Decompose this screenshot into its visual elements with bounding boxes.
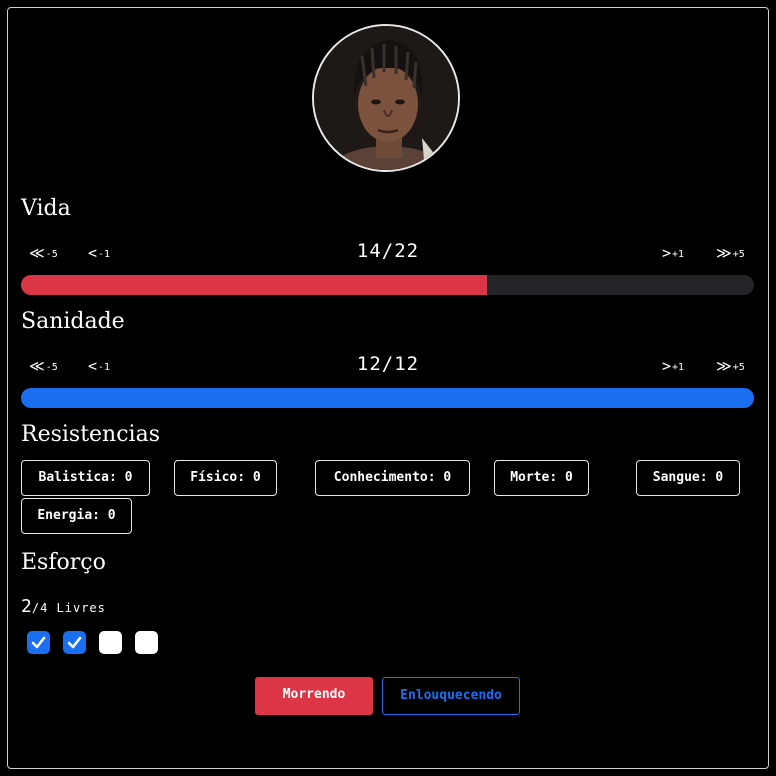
esforco-title: Esforço bbox=[21, 550, 106, 575]
vida-bar-fill bbox=[21, 275, 488, 295]
chevron-right-icon: > bbox=[662, 244, 672, 262]
check-icon bbox=[67, 636, 82, 649]
vida-plus5-button[interactable]: ≫+5 bbox=[716, 244, 745, 262]
enlouquecendo-button[interactable]: Enlouquecendo bbox=[382, 677, 520, 715]
resistance-sangue: Sangue: 0 bbox=[636, 460, 740, 496]
esforco-checkbox[interactable] bbox=[135, 631, 158, 654]
sanidade-plus1-button[interactable]: >+1 bbox=[662, 357, 684, 375]
vida-bar bbox=[21, 275, 754, 295]
morrendo-button[interactable]: Morrendo bbox=[255, 677, 373, 715]
resistance-balistica: Balistica: 0 bbox=[21, 460, 150, 496]
esforco-count: 2/4 Livres bbox=[21, 596, 106, 617]
resistance-fisico: Físico: 0 bbox=[174, 460, 277, 496]
resistance-energia: Energia: 0 bbox=[21, 498, 132, 534]
avatar[interactable] bbox=[312, 24, 460, 172]
vida-plus1-button[interactable]: >+1 bbox=[662, 244, 684, 262]
double-chevron-right-icon: ≫ bbox=[716, 357, 732, 375]
esforco-free: 2 bbox=[21, 596, 32, 617]
double-chevron-right-icon: ≫ bbox=[716, 244, 732, 262]
check-icon bbox=[31, 636, 46, 649]
portrait-image bbox=[314, 26, 458, 170]
sanidade-title: Sanidade bbox=[21, 309, 125, 334]
sanidade-bar-fill bbox=[21, 388, 754, 408]
sanidade-bar bbox=[21, 388, 754, 408]
sanidade-count: 12/12 bbox=[356, 353, 420, 375]
resistance-conhecimento: Conhecimento: 0 bbox=[315, 460, 470, 496]
esforco-checkbox[interactable] bbox=[63, 631, 86, 654]
esforco-checkbox[interactable] bbox=[99, 631, 122, 654]
esforco-total: /4 Livres bbox=[31, 601, 106, 615]
chevron-right-icon: > bbox=[662, 357, 672, 375]
resistencias-title: Resistencias bbox=[21, 422, 160, 447]
sanidade-plus5-button[interactable]: ≫+5 bbox=[716, 357, 745, 375]
vida-count: 14/22 bbox=[356, 240, 420, 262]
esforco-checkbox[interactable] bbox=[27, 631, 50, 654]
vida-title: Vida bbox=[21, 196, 71, 221]
resistance-morte: Morte: 0 bbox=[494, 460, 589, 496]
